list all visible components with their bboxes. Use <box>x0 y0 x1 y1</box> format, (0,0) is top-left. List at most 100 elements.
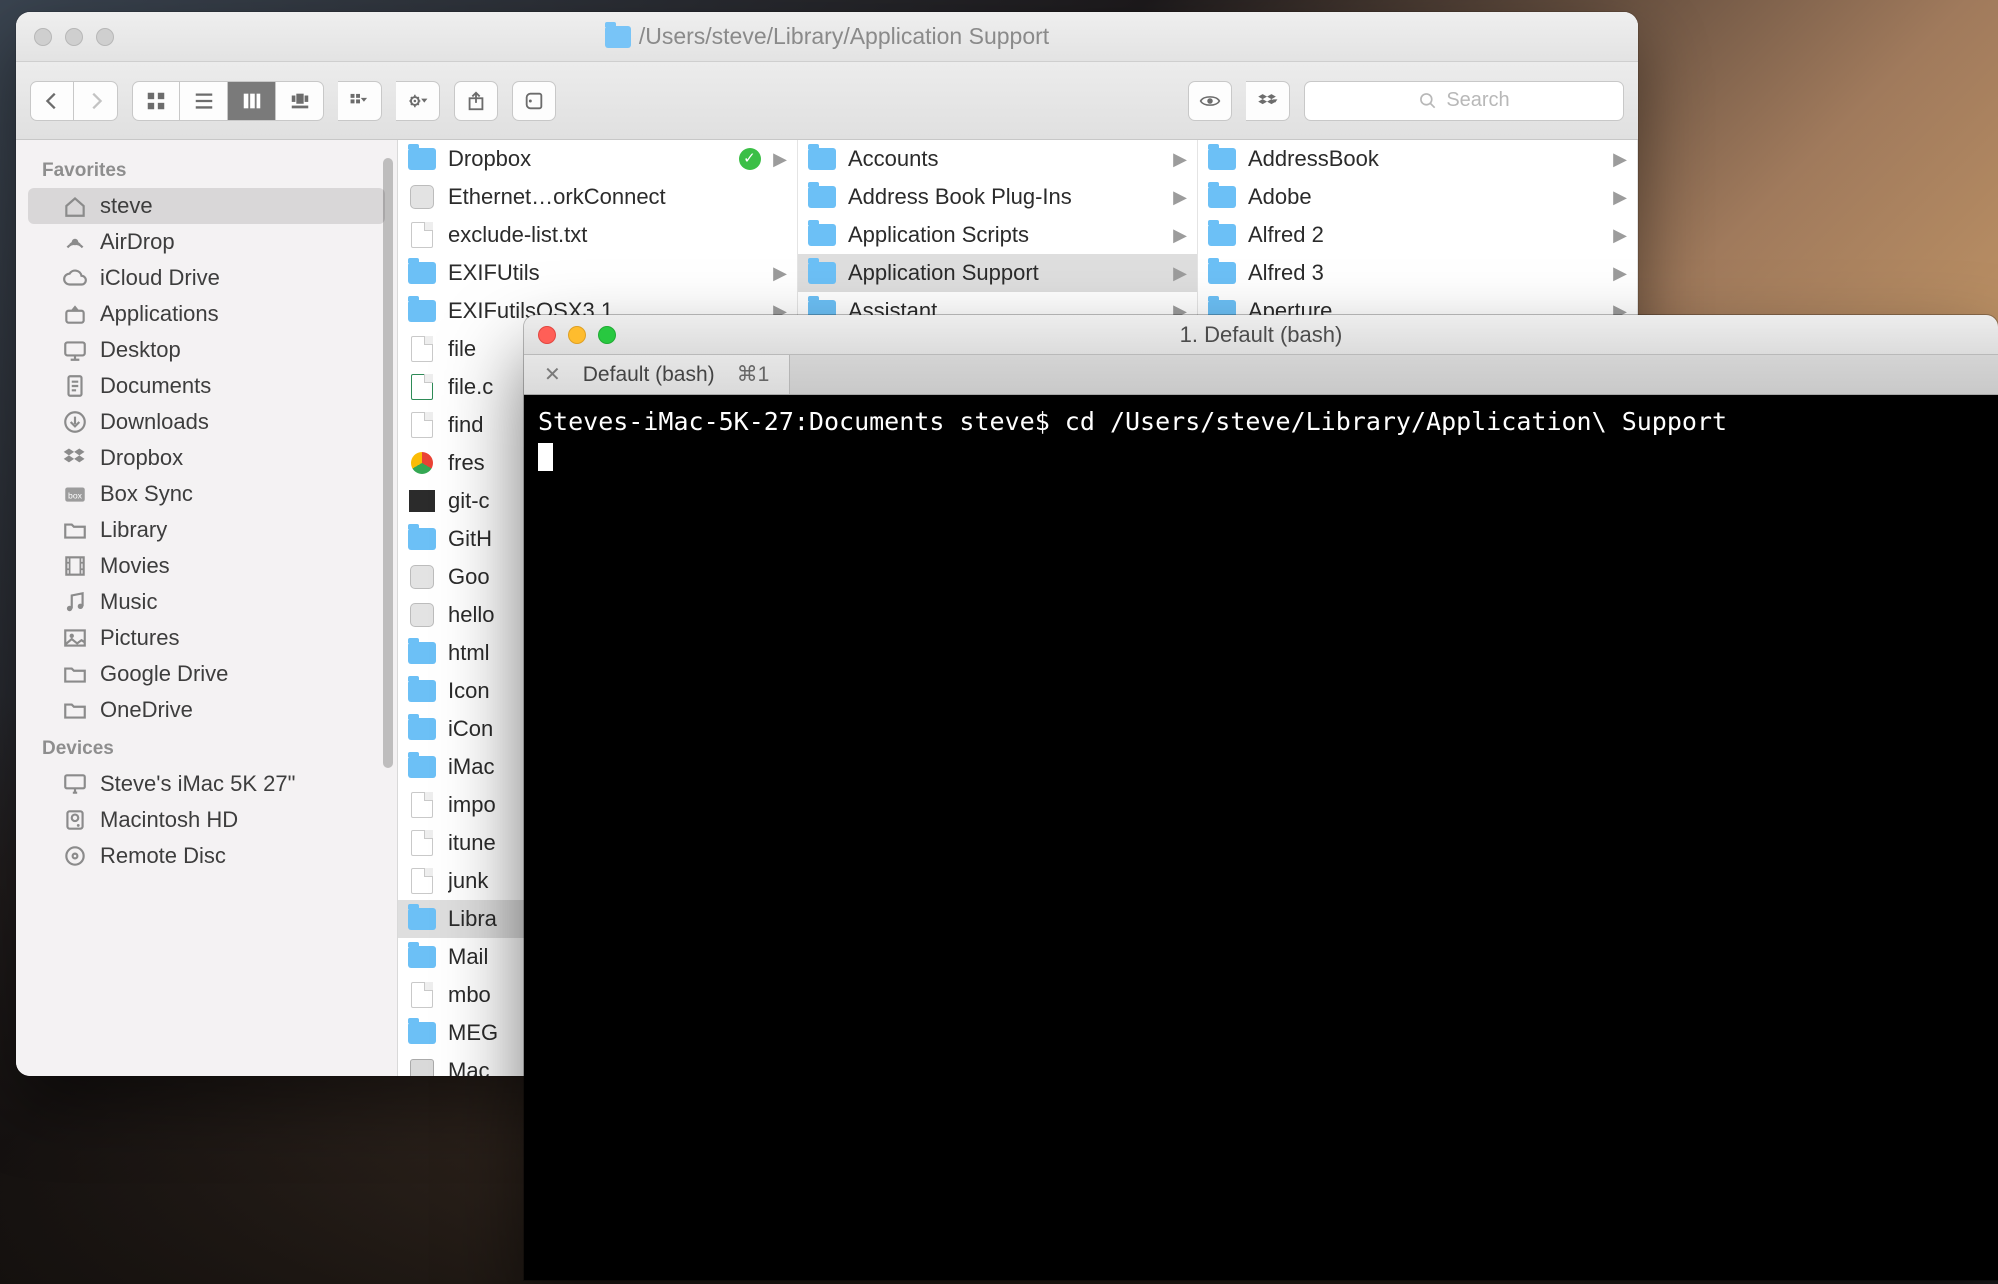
finder-sidebar: FavoritessteveAirDropiCloud Drive Applica… <box>16 140 398 1076</box>
view-columns-button[interactable] <box>228 81 276 121</box>
window-close-button[interactable] <box>34 28 52 46</box>
file-row[interactable]: Alfred 3▶ <box>1198 254 1637 292</box>
sidebar-item-box-sync[interactable]: boxBox Sync <box>16 476 397 512</box>
action-button[interactable] <box>396 81 440 121</box>
finder-titlebar[interactable]: /Users/steve/Library/Application Support <box>16 12 1638 62</box>
sidebar-item-documents[interactable]: Documents <box>16 368 397 404</box>
sidebar-item-remote-disc[interactable]: Remote Disc <box>16 838 397 874</box>
app-icon <box>410 603 434 627</box>
music-icon <box>62 589 88 615</box>
file-icon <box>411 830 433 856</box>
sidebar-section-header: Favorites <box>16 150 397 188</box>
sidebar-item-movies[interactable]: Movies <box>16 548 397 584</box>
chrome-icon <box>411 452 433 474</box>
terminal-window: 1. Default (bash) ✕ Default (bash) ⌘1 St… <box>524 315 1998 1280</box>
arrange-button[interactable] <box>338 81 382 121</box>
folder-icon <box>408 262 436 284</box>
file-row[interactable]: AddressBook▶ <box>1198 140 1637 178</box>
folder-icon <box>408 908 436 930</box>
chevron-right-icon: ▶ <box>1173 149 1187 170</box>
view-icons-button[interactable] <box>132 81 180 121</box>
sidebar-item-label: Applications <box>100 301 219 327</box>
folder-icon <box>62 697 88 723</box>
terminal-content[interactable]: Steves-iMac-5K-27:Documents steve$ cd /U… <box>524 395 1998 1280</box>
app-icon <box>410 185 434 209</box>
chevron-right-icon: ▶ <box>1613 149 1627 170</box>
sidebar-item-steve[interactable]: steve <box>28 188 385 224</box>
terminal-window-title: 1. Default (bash) <box>524 322 1998 348</box>
terminal-titlebar[interactable]: 1. Default (bash) <box>524 315 1998 355</box>
folder-icon <box>408 946 436 968</box>
folder-icon <box>408 148 436 170</box>
file-row[interactable]: EXIFUtils▶ <box>398 254 797 292</box>
terminal-tab[interactable]: ✕ Default (bash) ⌘1 <box>524 355 790 394</box>
window-minimize-button[interactable] <box>568 326 586 344</box>
file-icon <box>411 792 433 818</box>
chevron-right-icon: ▶ <box>773 263 787 284</box>
folder-icon <box>408 642 436 664</box>
sidebar-item-icloud-drive[interactable]: iCloud Drive <box>16 260 397 296</box>
desktop-icon <box>62 337 88 363</box>
terminal-cursor <box>538 443 553 471</box>
folder-icon <box>1208 224 1236 246</box>
view-coverflow-button[interactable] <box>276 81 324 121</box>
file-icon <box>411 336 433 362</box>
share-icon <box>465 90 487 112</box>
file-row[interactable]: Dropbox▶ <box>398 140 797 178</box>
share-button[interactable] <box>454 81 498 121</box>
window-minimize-button[interactable] <box>65 28 83 46</box>
sidebar-item-label: OneDrive <box>100 697 193 723</box>
terminal-prompt: Steves-iMac-5K-27:Documents steve$ <box>538 407 1065 436</box>
file-row[interactable]: Address Book Plug-Ins▶ <box>798 178 1197 216</box>
arrange-icon <box>349 90 371 112</box>
sidebar-item-label: Google Drive <box>100 661 228 687</box>
search-input[interactable]: Search <box>1304 81 1624 121</box>
disk-icon <box>62 807 88 833</box>
sidebar-item-macintosh-hd[interactable]: Macintosh HD <box>16 802 397 838</box>
dropbox-icon <box>1257 90 1279 112</box>
file-row-label: Adobe <box>1248 184 1601 210</box>
sidebar-item-desktop[interactable]: Desktop <box>16 332 397 368</box>
view-list-button[interactable] <box>180 81 228 121</box>
file-row[interactable]: Alfred 2▶ <box>1198 216 1637 254</box>
file-row-label: Application Support <box>848 260 1161 286</box>
file-row-label: Address Book Plug-Ins <box>848 184 1161 210</box>
sidebar-item-downloads[interactable]: Downloads <box>16 404 397 440</box>
sidebar-scrollbar[interactable] <box>383 158 393 768</box>
sidebar-item-label: Desktop <box>100 337 181 363</box>
finder-toolbar: Search <box>16 62 1638 140</box>
sidebar-item-pictures[interactable]: Pictures <box>16 620 397 656</box>
dropbox-button[interactable] <box>1246 81 1290 121</box>
sidebar-item-steve-s-imac-5k-27-[interactable]: Steve's iMac 5K 27" <box>16 766 397 802</box>
home-icon <box>62 193 88 219</box>
file-icon <box>411 222 433 248</box>
file-row[interactable]: exclude-list.txt <box>398 216 797 254</box>
back-button[interactable] <box>30 81 74 121</box>
sidebar-item-onedrive[interactable]: OneDrive <box>16 692 397 728</box>
close-icon[interactable]: ✕ <box>544 362 561 387</box>
forward-button[interactable] <box>74 81 118 121</box>
window-zoom-button[interactable] <box>598 326 616 344</box>
file-row[interactable]: Ethernet…orkConnect <box>398 178 797 216</box>
tags-button[interactable] <box>512 81 556 121</box>
sidebar-item-library[interactable]: Library <box>16 512 397 548</box>
quicklook-button[interactable] <box>1188 81 1232 121</box>
sidebar-item-airdrop[interactable]: AirDrop <box>16 224 397 260</box>
window-zoom-button[interactable] <box>96 28 114 46</box>
file-row[interactable]: Accounts▶ <box>798 140 1197 178</box>
folder-icon <box>808 186 836 208</box>
folder-icon <box>62 661 88 687</box>
sidebar-item-applications[interactable]: Applications <box>16 296 397 332</box>
file-row[interactable]: Application Support▶ <box>798 254 1197 292</box>
file-row[interactable]: Application Scripts▶ <box>798 216 1197 254</box>
sidebar-item-dropbox[interactable]: Dropbox <box>16 440 397 476</box>
disc-icon <box>62 843 88 869</box>
window-close-button[interactable] <box>538 326 556 344</box>
file-icon <box>411 982 433 1008</box>
app-icon <box>410 565 434 589</box>
folder-icon <box>808 224 836 246</box>
sidebar-item-google-drive[interactable]: Google Drive <box>16 656 397 692</box>
sidebar-item-music[interactable]: Music <box>16 584 397 620</box>
file-row[interactable]: Adobe▶ <box>1198 178 1637 216</box>
terminal-file-icon <box>409 490 435 512</box>
